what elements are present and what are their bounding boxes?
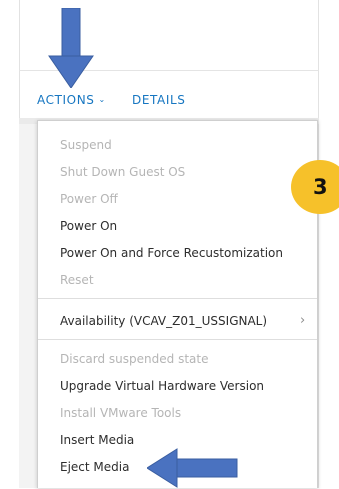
menu-item-shut-down-guest-os[interactable]: Shut Down Guest OS: [60, 164, 185, 180]
menu-item-upgrade-virtual-hardware[interactable]: Upgrade Virtual Hardware Version: [60, 378, 264, 394]
panel-border-right: [318, 0, 319, 488]
actions-label: ACTIONS: [37, 93, 95, 107]
arrow-left-icon: [147, 448, 238, 488]
chevron-down-icon: ⌄: [98, 95, 106, 104]
details-button[interactable]: DETAILS: [132, 93, 185, 107]
menu-item-power-off[interactable]: Power Off: [60, 191, 118, 207]
menu-item-reset[interactable]: Reset: [60, 272, 94, 288]
content-background: [19, 124, 37, 488]
menu-item-suspend[interactable]: Suspend: [60, 137, 112, 153]
arrow-down-icon: [48, 8, 94, 88]
menu-divider: [38, 298, 317, 299]
menu-item-availability[interactable]: Availability (VCAV_Z01_USSIGNAL): [60, 313, 267, 329]
menu-item-eject-media[interactable]: Eject Media: [60, 459, 129, 475]
chevron-right-icon: ›: [300, 313, 306, 328]
menu-item-install-vmware-tools[interactable]: Install VMware Tools: [60, 405, 181, 421]
actions-button[interactable]: ACTIONS ⌄: [37, 93, 106, 107]
menu-divider: [38, 339, 317, 340]
menu-item-insert-media[interactable]: Insert Media: [60, 432, 134, 448]
menu-item-discard-suspended-state[interactable]: Discard suspended state: [60, 351, 208, 367]
step-number: 3: [313, 175, 328, 199]
menu-item-power-on[interactable]: Power On: [60, 218, 117, 234]
actions-dropdown-menu: Suspend Shut Down Guest OS Power Off Pow…: [37, 120, 318, 488]
menu-item-power-on-force-recustomization[interactable]: Power On and Force Recustomization: [60, 245, 283, 261]
